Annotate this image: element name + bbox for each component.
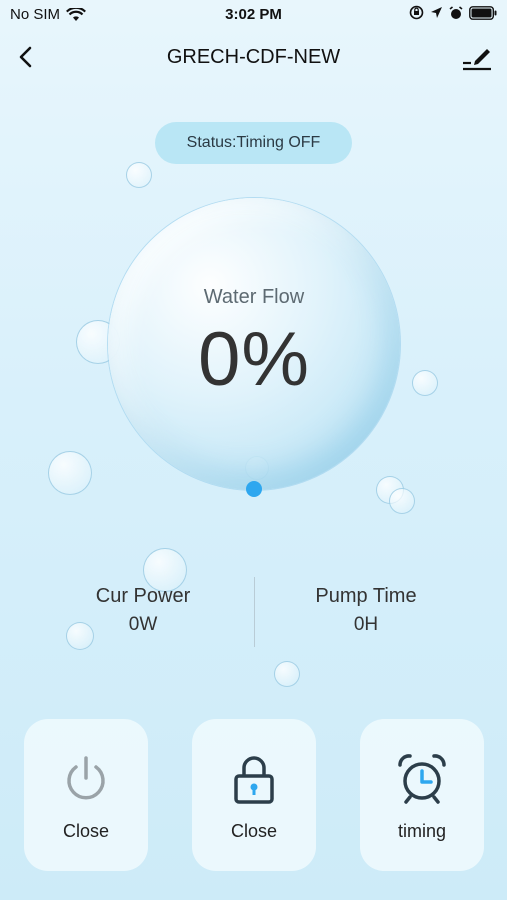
decorative-bubble <box>126 162 152 188</box>
status-icons <box>409 5 497 20</box>
water-flow-value: 0% <box>198 317 310 402</box>
power-icon <box>60 753 112 805</box>
water-flow-gauge: Water Flow 0% <box>108 198 400 490</box>
pump-time-value: 0H <box>353 614 379 635</box>
edit-pencil-icon <box>463 49 491 71</box>
flow-indicator-dot <box>246 481 262 497</box>
timing-button[interactable]: timing <box>360 719 484 871</box>
decorative-bubble <box>274 661 300 687</box>
edit-button[interactable] <box>461 42 493 72</box>
status-bar: No SIM 3:02 PM <box>0 0 507 30</box>
power-button[interactable]: Close <box>24 719 148 871</box>
status-badge: Status:Timing OFF <box>155 122 352 164</box>
alarm-clock-icon <box>396 753 448 805</box>
orientation-lock-icon <box>409 5 424 20</box>
decorative-bubble <box>412 370 438 396</box>
water-flow-label: Water Flow <box>203 286 305 308</box>
cur-power-label: Cur Power <box>95 585 191 607</box>
cur-power-stat: Cur Power 0W <box>53 585 233 636</box>
lock-icon <box>228 753 280 805</box>
pump-time-label: Pump Time <box>315 585 417 607</box>
pump-time-stat: Pump Time 0H <box>276 585 456 636</box>
timing-button-label: timing <box>397 821 446 841</box>
stats-panel: Cur Power 0W Pump Time 0H <box>0 577 507 655</box>
lock-button-label: Close <box>230 821 278 841</box>
power-button-label: Close <box>62 821 110 841</box>
page-title: GRECH-CDF-NEW <box>166 46 341 68</box>
location-icon <box>431 7 442 18</box>
stats-divider <box>254 577 255 647</box>
decorative-bubble <box>389 488 415 514</box>
decorative-bubble <box>48 451 92 495</box>
alarm-icon <box>449 5 463 19</box>
cur-power-value: 0W <box>128 614 158 635</box>
lock-button[interactable]: Close <box>192 719 316 871</box>
nav-bar: GRECH-CDF-NEW <box>0 36 507 80</box>
battery-icon <box>469 5 497 20</box>
